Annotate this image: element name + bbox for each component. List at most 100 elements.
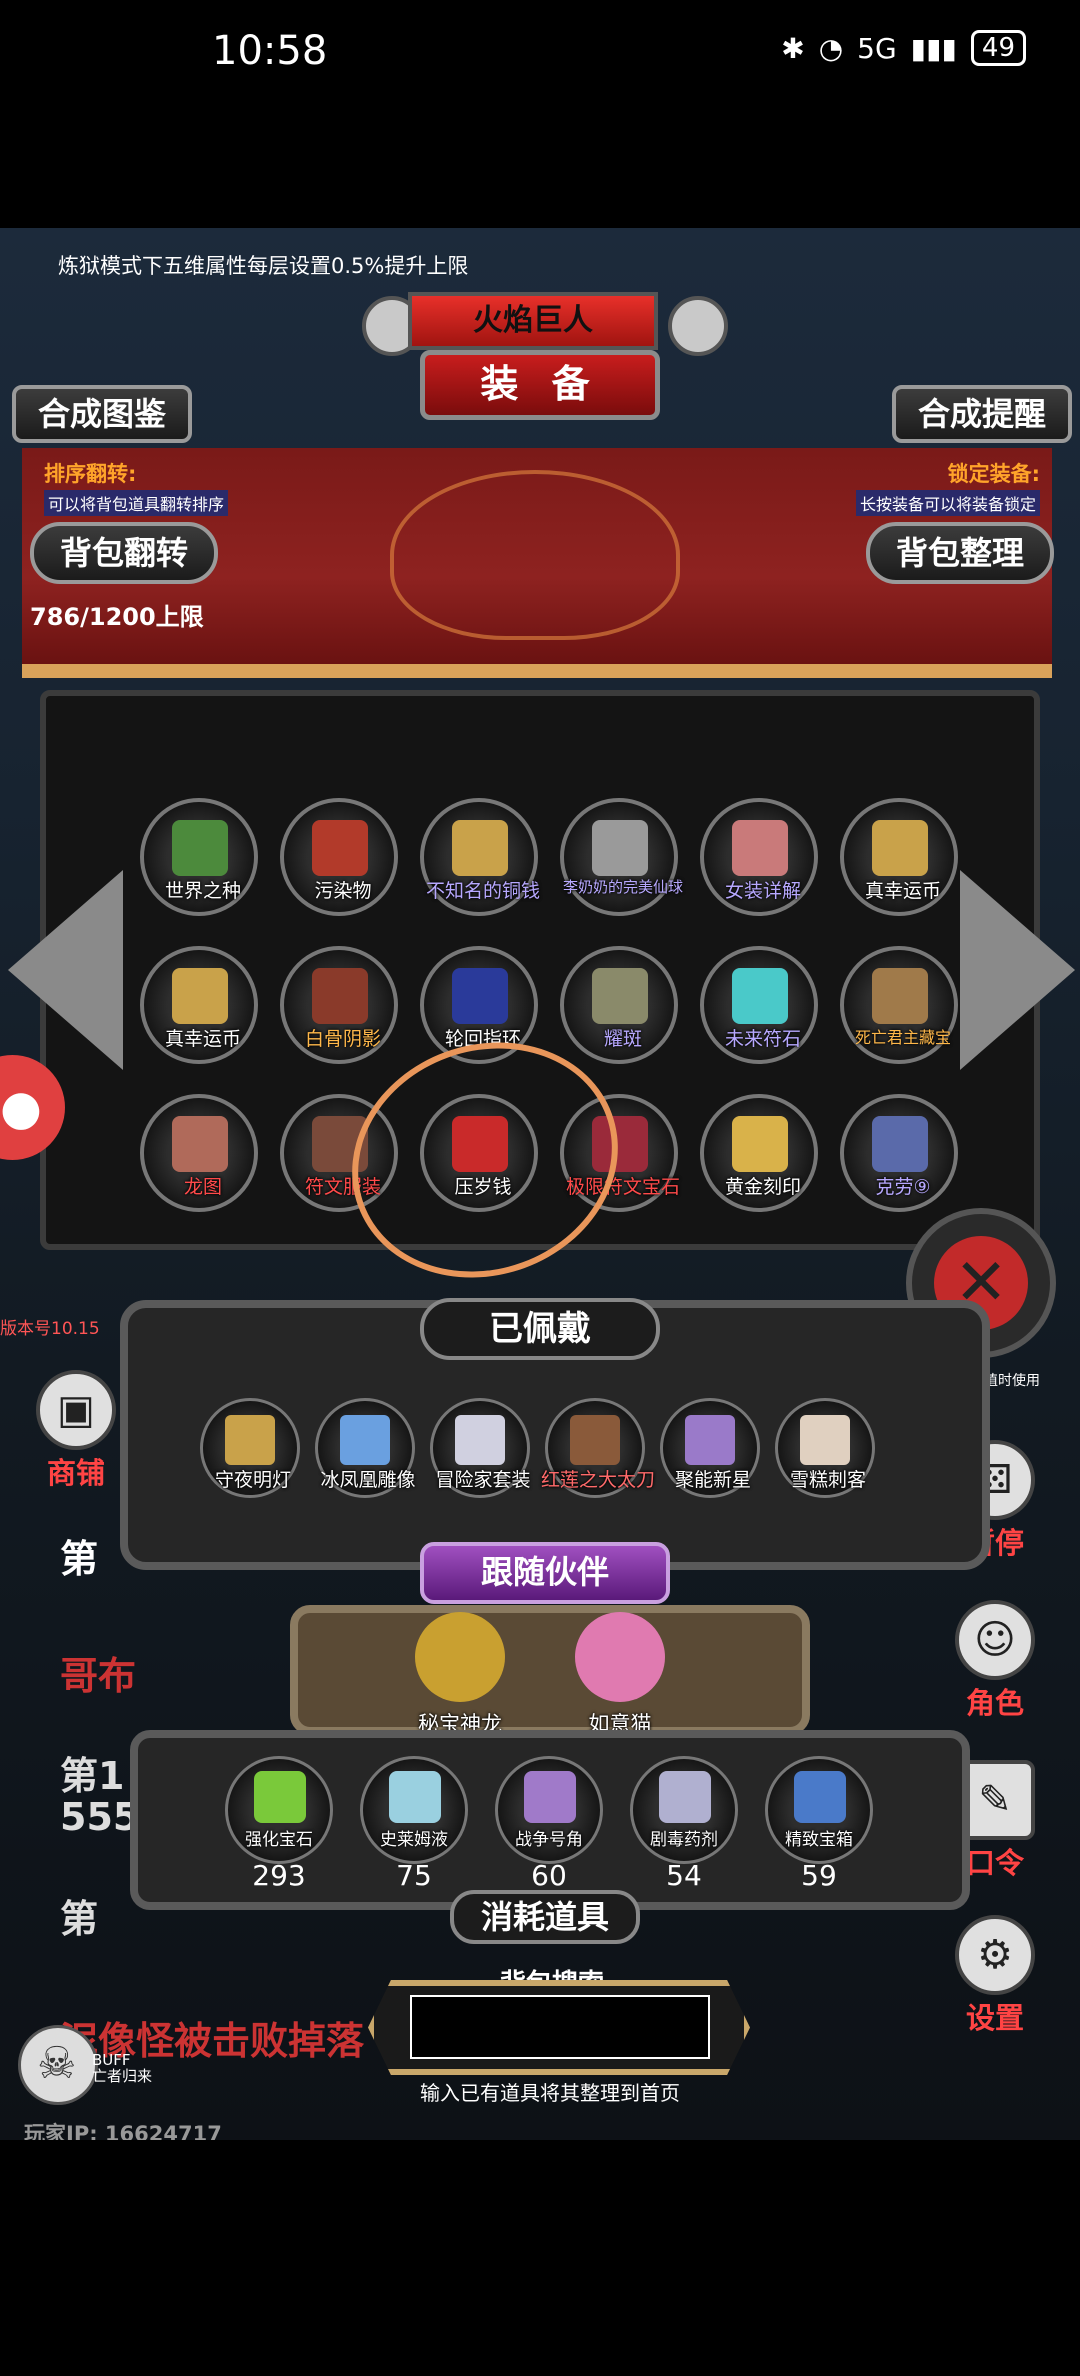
item-label: 精致宝箱	[785, 1830, 853, 1850]
item-label: 史莱姆液	[380, 1830, 448, 1850]
inventory-slot[interactable]: 真幸运币	[140, 946, 258, 1064]
item-label: 白骨阴影	[304, 1028, 381, 1050]
equipped-slot[interactable]: 雪糕刺客	[775, 1398, 875, 1498]
role-label: 角色	[965, 1686, 1024, 1720]
consumable-slot[interactable]: 史莱姆液 75	[360, 1756, 468, 1892]
skull-icon-right	[668, 296, 728, 356]
item-label: 冰凤凰雕像	[320, 1469, 416, 1491]
inventory-slot[interactable]: 黄金刻印	[700, 1094, 818, 1212]
buff-label: BUFF	[92, 2051, 131, 2069]
inventory-slot[interactable]: 耀斑	[560, 946, 678, 1064]
companion-slot[interactable]: 秘宝神龙	[405, 1612, 515, 1736]
item-icon	[225, 1415, 275, 1465]
item-icon	[800, 1415, 850, 1465]
item-icon	[659, 1771, 711, 1823]
item-icon	[872, 968, 928, 1024]
item-icon	[455, 1415, 505, 1465]
bg-text-3b: 555	[60, 1795, 140, 1839]
inventory-slot[interactable]: 李奶奶的完美仙球	[560, 798, 683, 916]
item-icon	[340, 1415, 390, 1465]
inventory-slot[interactable]: 龙图	[140, 1094, 258, 1212]
buff-sub: 亡者归来	[92, 2067, 153, 2085]
equipped-slot[interactable]: 聚能新星	[660, 1398, 760, 1498]
bag-tidy-button[interactable]: 背包整理	[866, 522, 1054, 584]
lock-desc: 长按装备可以将装备锁定	[855, 490, 1040, 516]
combine-tip-button[interactable]: 合成提醒	[892, 385, 1072, 443]
person-icon: ●	[0, 1080, 42, 1136]
inventory-slot[interactable]: 白骨阴影	[280, 946, 398, 1064]
settings-button[interactable]: ⚙ 设置	[955, 1915, 1035, 2037]
item-icon	[732, 820, 788, 876]
consumable-slot[interactable]: 精致宝箱 59	[765, 1756, 873, 1892]
equipped-slot[interactable]: 红莲之大太刀	[541, 1398, 655, 1498]
item-icon	[570, 1415, 620, 1465]
item-label: 世界之种	[164, 880, 241, 902]
item-label: 李奶奶的完美仙球	[562, 878, 683, 896]
item-label: 死亡君主藏宝	[854, 1028, 951, 1047]
inventory-slot[interactable]: 女装详解	[700, 798, 818, 916]
inventory-slot[interactable]: 世界之种	[140, 798, 258, 916]
item-icon	[872, 1116, 928, 1172]
equipped-slot[interactable]: 守夜明灯	[200, 1398, 300, 1498]
bag-capacity: 786/1200上限	[30, 603, 204, 631]
item-label: 未来符石	[724, 1028, 801, 1050]
inventory-slot[interactable]: 死亡君主藏宝	[840, 946, 958, 1064]
bg-text-4: 第	[60, 1897, 99, 1941]
search-input[interactable]	[410, 1995, 710, 2059]
companion-title: 跟随伙伴	[420, 1542, 670, 1604]
bg-text-1: 第	[60, 1537, 99, 1581]
item-label: 女装详解	[724, 880, 801, 902]
lock-title: 锁定装备:	[947, 462, 1040, 486]
item-icon	[592, 968, 648, 1024]
item-icon	[452, 968, 508, 1024]
item-icon	[312, 820, 368, 876]
battery-icon: 49	[970, 30, 1026, 66]
inventory-slot[interactable]: 真幸运币	[840, 798, 958, 916]
network-label: 5G	[857, 31, 897, 65]
sort-desc: 可以将背包道具翻转排序	[44, 490, 229, 516]
equipped-slot[interactable]: 冰凤凰雕像	[315, 1398, 416, 1498]
hood-icon: ☺	[955, 1600, 1035, 1680]
dragon-icon	[415, 1612, 505, 1702]
shop-button[interactable]: ▣ 商铺	[36, 1370, 116, 1492]
status-icons: ✱ ◔ 5G ▮▮▮ 49	[781, 30, 1026, 66]
prev-page-arrow-icon[interactable]	[8, 870, 123, 1070]
item-icon	[524, 1771, 576, 1823]
item-label: 耀斑	[603, 1028, 642, 1050]
buff-skull-icon[interactable]: ☠	[18, 2025, 98, 2105]
inventory-slot[interactable]: 不知名的铜钱	[420, 798, 540, 916]
consumables-title: 消耗道具	[450, 1890, 640, 1944]
combine-album-button[interactable]: 合成图鉴	[12, 385, 192, 443]
item-label: 红莲之大太刀	[540, 1469, 655, 1491]
bg-text-3a: 第1	[60, 1754, 125, 1798]
bluetooth-icon: ✱	[781, 31, 805, 65]
consumable-slot[interactable]: 强化宝石 293	[225, 1756, 333, 1892]
inventory-slot[interactable]: 污染物	[280, 798, 398, 916]
item-label: 冒险家套装	[435, 1469, 531, 1491]
bag-flip-button[interactable]: 背包翻转	[30, 522, 218, 584]
equipped-slot[interactable]: 冒险家套装	[430, 1398, 531, 1498]
role-button[interactable]: ☺ 角色	[955, 1600, 1035, 1722]
item-count: 75	[396, 1859, 432, 1892]
gear-icon: ⚙	[955, 1915, 1035, 1995]
bottom-bar	[0, 2140, 1080, 2376]
inventory-slot[interactable]: 未来符石	[700, 946, 818, 1064]
item-icon	[732, 1116, 788, 1172]
page-title: 装 备	[420, 350, 660, 420]
item-icon	[389, 1771, 441, 1823]
item-label: 强化宝石	[245, 1830, 313, 1850]
clock: 10:58	[212, 28, 328, 74]
item-count: 59	[801, 1859, 837, 1892]
buff-text: BUFF 亡者归来	[92, 2052, 152, 2084]
inventory-slot[interactable]: 克劳⑨	[840, 1094, 958, 1212]
item-label: 雪糕刺客	[789, 1469, 866, 1491]
consumable-slot[interactable]: 剧毒药剂 54	[630, 1756, 738, 1892]
companion-slot[interactable]: 如意猫	[565, 1612, 675, 1736]
item-icon	[312, 968, 368, 1024]
sort-title: 排序翻转:	[44, 462, 137, 486]
item-icon	[172, 820, 228, 876]
version-label: 版本号10.15	[0, 1319, 100, 1339]
consumable-slot[interactable]: 战争号角 60	[495, 1756, 603, 1892]
item-icon	[685, 1415, 735, 1465]
item-label: 污染物	[314, 880, 372, 902]
